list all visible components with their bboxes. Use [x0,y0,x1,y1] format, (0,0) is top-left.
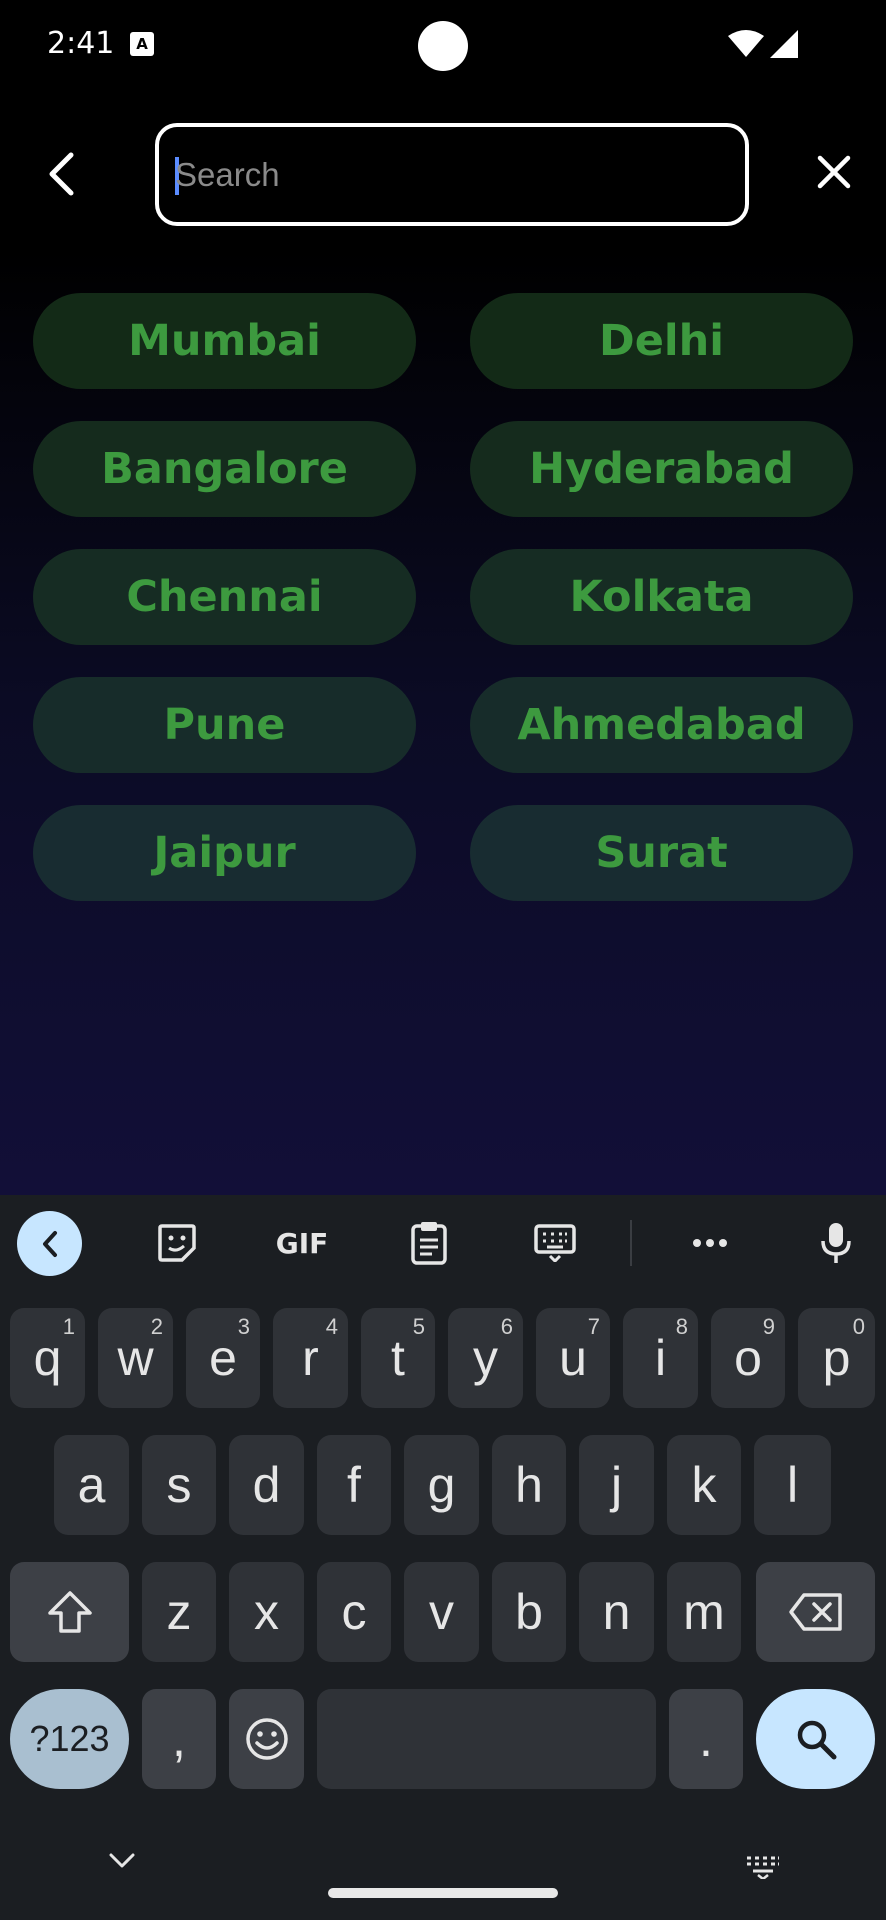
city-chip-chennai[interactable]: Chennai [33,549,416,645]
keyboard-settings-button[interactable] [532,1213,578,1273]
key-x[interactable]: x [229,1562,304,1662]
key-v[interactable]: v [404,1562,479,1662]
microphone-icon [821,1223,851,1263]
city-chip-surat[interactable]: Surat [470,805,853,901]
key-h[interactable]: h [492,1435,566,1535]
close-icon [817,155,851,189]
comma-key[interactable]: , [142,1689,216,1789]
backspace-key[interactable] [756,1562,875,1662]
search-input[interactable] [175,127,715,222]
key-f[interactable]: f [317,1435,391,1535]
status-bar: 2:41 A [0,0,886,92]
key-j[interactable]: j [579,1435,654,1535]
notification-icon: A [130,32,154,56]
city-chip-hyderabad[interactable]: Hyderabad [470,421,853,517]
key-m[interactable]: m [667,1562,741,1662]
clipboard-button[interactable] [404,1213,454,1273]
chevron-left-icon [49,152,74,196]
chevron-left-icon [42,1230,57,1257]
key-q[interactable]: q1 [10,1308,85,1408]
key-o[interactable]: o9 [711,1308,785,1408]
key-n[interactable]: n [579,1562,654,1662]
app-screen: 2:41 A Mumbai Delhi Bangalore Hyderabad … [0,0,886,1920]
home-gesture-bar[interactable] [328,1888,558,1898]
sticker-icon [158,1224,196,1262]
city-chip-pune[interactable]: Pune [33,677,416,773]
emoji-icon [245,1718,288,1760]
key-e[interactable]: e3 [186,1308,260,1408]
sticker-button[interactable] [150,1213,204,1273]
key-g[interactable]: g [404,1435,479,1535]
city-chip-ahmedabad[interactable]: Ahmedabad [470,677,853,773]
key-w[interactable]: w2 [98,1308,173,1408]
back-button[interactable] [36,142,86,206]
city-chip-mumbai[interactable]: Mumbai [33,293,416,389]
emoji-key[interactable] [229,1689,304,1789]
city-chip-delhi[interactable]: Delhi [470,293,853,389]
key-d[interactable]: d [229,1435,304,1535]
toolbar-divider [630,1220,632,1266]
hide-keyboard-icon[interactable] [108,1852,136,1870]
more-options-button[interactable] [690,1213,730,1273]
search-icon [797,1720,836,1760]
city-chip-bangalore[interactable]: Bangalore [33,421,416,517]
search-field[interactable] [155,123,749,226]
key-u[interactable]: u7 [536,1308,610,1408]
shift-icon [47,1591,92,1633]
period-key[interactable]: . [669,1689,743,1789]
key-y[interactable]: y6 [448,1308,523,1408]
key-p[interactable]: p0 [798,1308,875,1408]
keyboard-switch-icon[interactable] [744,1855,782,1879]
camera-cutout [418,21,468,71]
more-horizontal-icon [693,1239,727,1247]
cell-signal-icon [770,30,798,58]
key-t[interactable]: t5 [361,1308,435,1408]
shift-key[interactable] [10,1562,129,1662]
clipboard-icon [411,1222,447,1265]
voice-input-button[interactable] [818,1213,854,1273]
city-chip-jaipur[interactable]: Jaipur [33,805,416,901]
city-chip-kolkata[interactable]: Kolkata [470,549,853,645]
space-key[interactable] [317,1689,656,1789]
key-k[interactable]: k [667,1435,741,1535]
keyboard-toolbar-back-button[interactable] [17,1211,82,1276]
key-a[interactable]: a [54,1435,129,1535]
key-l[interactable]: l [754,1435,831,1535]
key-c[interactable]: c [317,1562,391,1662]
backspace-icon [788,1593,842,1631]
clear-search-button[interactable] [812,150,856,194]
symbols-key[interactable]: ?123 [10,1689,129,1789]
key-s[interactable]: s [142,1435,216,1535]
key-r[interactable]: r4 [273,1308,348,1408]
gif-button[interactable]: GIF [272,1213,332,1273]
key-i[interactable]: i8 [623,1308,698,1408]
keyboard-icon [534,1224,576,1262]
soft-keyboard [0,1195,886,1920]
wifi-icon [728,30,764,57]
key-b[interactable]: b [492,1562,566,1662]
search-action-key[interactable] [756,1689,875,1789]
status-time: 2:41 [47,26,115,61]
key-z[interactable]: z [142,1562,216,1662]
